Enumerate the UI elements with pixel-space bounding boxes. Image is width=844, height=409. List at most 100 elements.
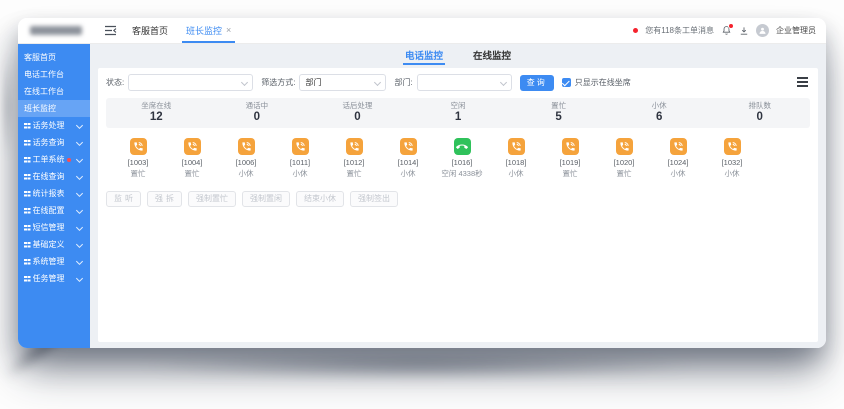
sidebar-item-13[interactable]: 系统管理 <box>18 253 90 270</box>
agent-id: [1019] <box>559 158 581 167</box>
stat-2: 通话中 0 <box>207 101 308 124</box>
dept-select[interactable] <box>416 74 512 91</box>
list-view-icon[interactable] <box>797 77 808 79</box>
action-button-2[interactable]: 强拆 <box>147 191 182 207</box>
sidebar-item-11[interactable]: 短信管理 <box>18 219 90 236</box>
agent-card-9[interactable]: [1019] 置忙 <box>543 138 597 179</box>
chevron-down-icon <box>75 189 84 198</box>
phone-idle-icon <box>453 138 471 155</box>
sidebar-item-2[interactable]: 电话工作台 <box>18 66 90 83</box>
window-tab-2[interactable]: 班长监控 × <box>181 18 236 43</box>
agent-card-2[interactable]: [1004] 置忙 <box>165 138 219 179</box>
sidebar-item-10[interactable]: 在线配置 <box>18 202 90 219</box>
sidebar-item-7[interactable]: 工单系统 <box>18 151 90 168</box>
sidebar-item-4[interactable]: 班长监控 <box>18 100 90 117</box>
agent-card-3[interactable]: [1006] 小休 <box>219 138 273 179</box>
chevron-down-icon <box>75 121 84 130</box>
agent-id: [1003] <box>127 158 149 167</box>
agent-status: 小休 <box>400 169 416 178</box>
agent-id: [1020] <box>613 158 635 167</box>
topbar-right-group: 您有118条工单消息 企业管理员 <box>633 18 816 43</box>
shadow-smudge-bottom <box>110 352 730 378</box>
menu-grid-icon <box>24 224 27 228</box>
sidebar-item-label: 话务处理 <box>32 121 65 130</box>
tab-close-icon[interactable]: × <box>226 26 231 35</box>
agent-card-8[interactable]: [1018] 小休 <box>489 138 543 179</box>
stat-value: 1 <box>454 111 462 123</box>
agent-card-4[interactable]: [1011] 小休 <box>273 138 327 179</box>
stat-label: 小休 <box>651 101 667 110</box>
chevron-down-icon <box>75 206 84 215</box>
chevron-down-icon <box>75 240 84 249</box>
bell-badge-dot <box>728 23 734 29</box>
action-button-5[interactable]: 结束小休 <box>296 191 344 207</box>
stat-label: 空闲 <box>450 101 466 110</box>
menu-grid-icon <box>24 207 27 211</box>
stat-value: 12 <box>149 111 163 123</box>
shadow-smudge-left <box>4 52 11 162</box>
workorder-message[interactable]: 您有118条工单消息 <box>645 25 714 36</box>
sidebar-item-3[interactable]: 在线工作台 <box>18 83 90 100</box>
agent-status: 小休 <box>238 169 254 178</box>
sidebar-item-label: 客服首页 <box>24 53 56 62</box>
action-button-6[interactable]: 强制签出 <box>350 191 398 207</box>
bell-icon[interactable] <box>721 23 734 36</box>
sidebar-item-9[interactable]: 统计报表 <box>18 185 90 202</box>
sidebar-item-5[interactable]: 话务处理 <box>18 117 90 134</box>
stat-3: 话后处理 0 <box>307 101 408 124</box>
actions-row: 监听 强拆 强制置忙 强制置闲 结束小休 强制签出 <box>106 191 810 207</box>
agent-cards-row: [1003] 置忙 [1004] 置忙 [1006] 小休 [1011] 小休 [1012] 置忙… <box>106 138 810 179</box>
agent-id: [1012] <box>343 158 365 167</box>
stat-value: 0 <box>756 111 763 123</box>
menu-grid-icon <box>24 139 27 143</box>
sidebar-item-6[interactable]: 话务查询 <box>18 134 90 151</box>
window-tab-label: 班长监控 <box>186 26 223 36</box>
stat-label: 置忙 <box>551 101 567 110</box>
agent-card-6[interactable]: [1014] 小休 <box>381 138 435 179</box>
username-label[interactable]: 企业管理员 <box>776 25 816 36</box>
method-select[interactable]: 部门 <box>299 74 387 91</box>
method-select-value: 部门 <box>305 78 322 87</box>
action-button-4[interactable]: 强制置闲 <box>242 191 290 207</box>
stat-6: 小休 6 <box>609 101 710 124</box>
status-select[interactable] <box>128 74 254 91</box>
sidebar-item-label: 统计报表 <box>32 189 65 198</box>
sidebar-item-8[interactable]: 在线查询 <box>18 168 90 185</box>
menu-grid-icon <box>24 122 27 126</box>
sidebar-collapse-icon[interactable] <box>104 25 117 36</box>
agent-card-11[interactable]: [1024] 小休 <box>651 138 705 179</box>
search-button[interactable]: 查询 <box>519 74 554 91</box>
agent-status: 空闲 4338秒 <box>441 169 483 178</box>
monitor-tab-bar: 电话监控 在线监控 <box>90 44 826 66</box>
sidebar-item-1[interactable]: 客服首页 <box>18 49 90 66</box>
chevron-down-icon <box>499 78 507 87</box>
agent-status: 小休 <box>292 169 308 178</box>
menu-grid-icon <box>24 275 27 279</box>
agent-card-5[interactable]: [1012] 置忙 <box>327 138 381 179</box>
agent-card-1[interactable]: [1003] 置忙 <box>111 138 165 179</box>
sidebar-item-label: 基础定义 <box>32 240 65 249</box>
monitor-tab-2[interactable]: 在线监控 <box>471 44 513 66</box>
stat-4: 空闲 1 <box>408 101 509 124</box>
action-button-1[interactable]: 监听 <box>106 191 141 207</box>
menu-grid-icon <box>24 258 27 262</box>
sidebar-item-label: 话务查询 <box>32 138 65 147</box>
menu-grid-icon <box>24 241 27 245</box>
avatar[interactable] <box>756 24 769 37</box>
sidebar-item-12[interactable]: 基础定义 <box>18 236 90 253</box>
monitor-tab-1[interactable]: 电话监控 <box>402 44 446 66</box>
stat-label: 排队数 <box>748 101 772 110</box>
sidebar-nav: 客服首页电话工作台 在线工作台 班长监控话务处理话务查询工单系统 在线查询统计报表在线… <box>18 44 90 348</box>
menu-grid-icon <box>24 173 27 177</box>
sidebar-item-14[interactable]: 任务管理 <box>18 270 90 287</box>
agent-id: [1032] <box>721 158 743 167</box>
phone-busy-icon <box>399 138 417 155</box>
download-icon[interactable] <box>739 26 749 36</box>
agent-card-7[interactable]: [1016] 空闲 4338秒 <box>435 138 489 179</box>
action-button-3[interactable]: 强制置忙 <box>188 191 236 207</box>
agent-card-10[interactable]: [1020] 置忙 <box>597 138 651 179</box>
agent-status: 小休 <box>670 169 686 178</box>
agent-card-12[interactable]: [1032] 小休 <box>705 138 759 179</box>
online-only-checkbox[interactable] <box>561 78 571 87</box>
window-tab-1[interactable]: 客服首页 <box>131 18 169 43</box>
